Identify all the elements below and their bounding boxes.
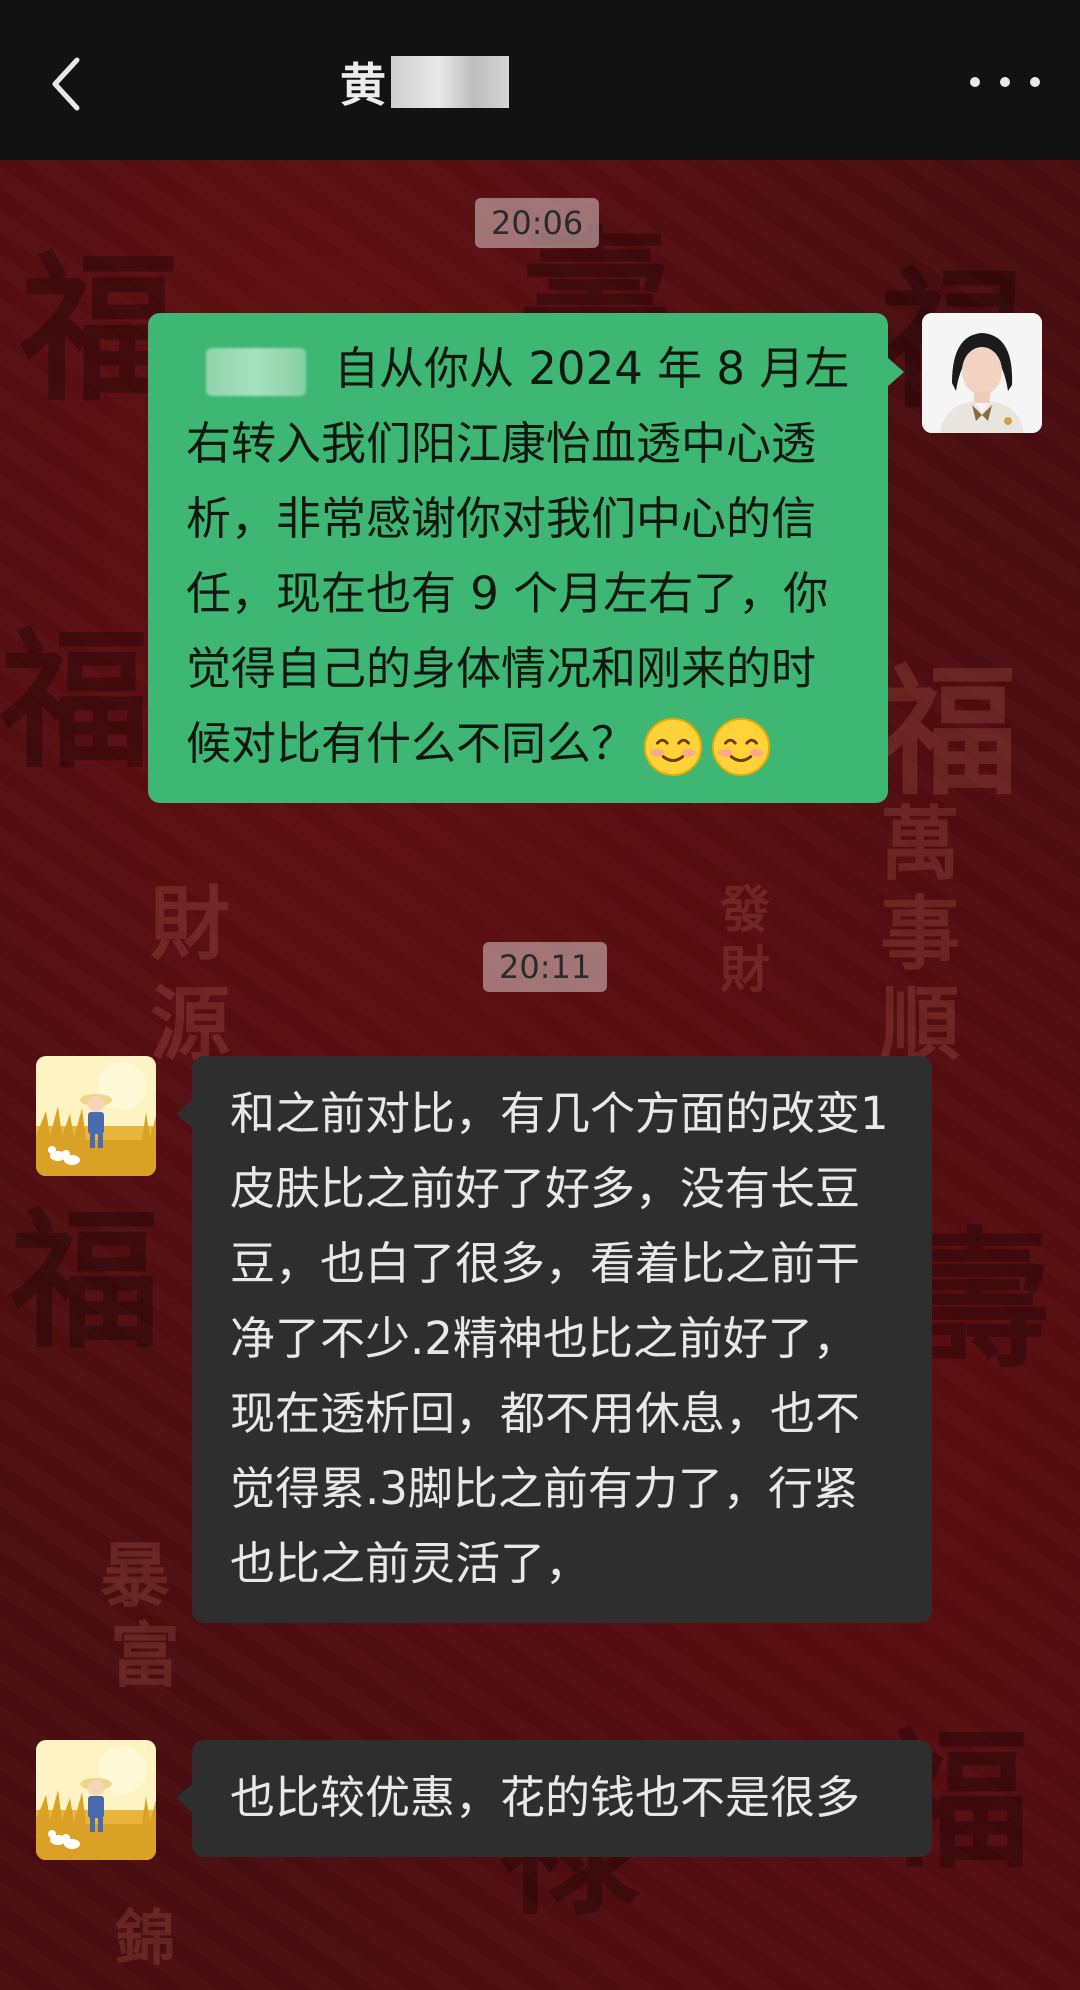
background-char: 富: [110, 1614, 180, 1697]
chat-header: 黄: [0, 0, 1080, 160]
chevron-left-icon: [52, 57, 80, 111]
message-bubble-received[interactable]: 和之前对比，有几个方面的改变1皮肤比之前好了好多，没有长豆豆，也白了很多，看着比…: [192, 1056, 932, 1623]
message-text: 自从你从 2024 年 8 月左右转入我们阳江康怡血透中心透析，非常感谢你对我们…: [186, 342, 850, 770]
background-char: 財: [150, 877, 230, 971]
background-char: 錦: [115, 1904, 175, 1974]
background-char: 財: [720, 940, 770, 999]
my-avatar[interactable]: [922, 313, 1042, 433]
contact-name: 黄: [340, 58, 387, 112]
contact-avatar[interactable]: [36, 1740, 156, 1860]
smiling-face-emoji-icon: [711, 717, 771, 777]
message-bubble-sent[interactable]: 自从你从 2024 年 8 月左右转入我们阳江康怡血透中心透析，非常感谢你对我们…: [148, 313, 888, 803]
contact-avatar[interactable]: [36, 1056, 156, 1176]
farm-girl-avatar-icon: [36, 1056, 156, 1176]
smiling-face-emoji-icon: [643, 717, 703, 777]
timestamp: 20:06: [475, 198, 600, 248]
back-button[interactable]: [36, 44, 96, 124]
message-text: 和之前对比，有几个方面的改变1皮肤比之前好了好多，没有长豆豆，也白了很多，看着比…: [230, 1087, 889, 1590]
name-redaction: [391, 56, 509, 108]
more-dots-icon: [970, 77, 980, 87]
timestamp: 20:11: [483, 942, 608, 992]
farm-girl-avatar-icon: [36, 1740, 156, 1860]
more-options-button[interactable]: [970, 60, 1040, 104]
chat-title: 黄: [340, 52, 509, 112]
message-text: 也比较优惠，花的钱也不是很多: [230, 1771, 861, 1824]
portrait-avatar-icon: [922, 313, 1042, 433]
message-bubble-received[interactable]: 也比较优惠，花的钱也不是很多: [192, 1740, 932, 1857]
name-redaction: [206, 348, 306, 396]
